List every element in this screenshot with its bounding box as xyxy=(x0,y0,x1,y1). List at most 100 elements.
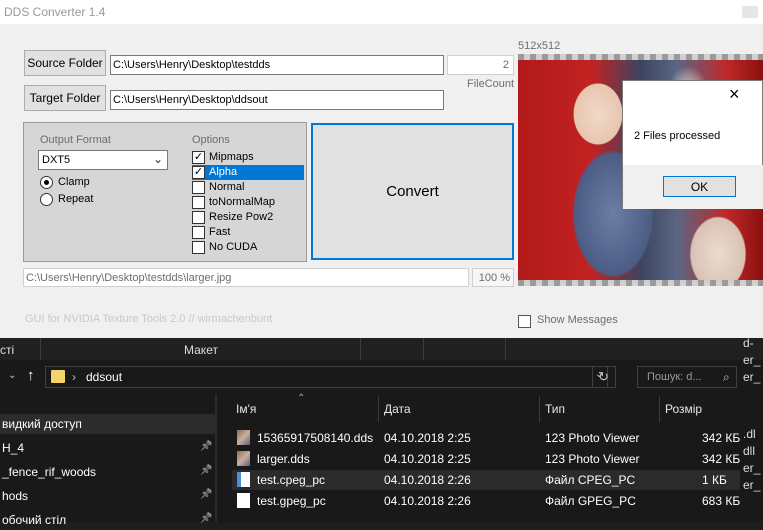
dds-converter-window: DDS Converter 1.4 Source Folder C:\Users… xyxy=(0,0,763,338)
progress-field: 100 % xyxy=(472,268,514,287)
option-checkbox[interactable] xyxy=(192,196,205,209)
file-count-label: FileCount xyxy=(467,78,515,90)
up-arrow-icon[interactable]: ↑ xyxy=(27,367,35,384)
file-size: 683 КБ xyxy=(702,494,741,508)
nav-scrollbar[interactable] xyxy=(215,394,217,522)
show-messages-checkbox[interactable] xyxy=(518,315,531,328)
column-header[interactable]: Дата xyxy=(384,402,411,418)
column-header[interactable]: Ім'я xyxy=(236,402,256,418)
image-file-icon xyxy=(237,430,250,445)
convert-button[interactable]: Convert xyxy=(311,123,514,260)
nav-item[interactable]: H_4 📌 xyxy=(0,438,215,458)
title-bar: DDS Converter 1.4 xyxy=(0,0,763,24)
option-checkbox[interactable]: ✓ xyxy=(192,151,205,164)
file-size: 1 КБ xyxy=(702,473,727,487)
option-no-cuda[interactable]: No CUDA xyxy=(192,240,304,255)
target-folder-button[interactable]: Target Folder xyxy=(24,85,106,111)
column-header[interactable]: Тип xyxy=(545,402,565,418)
address-bar[interactable]: › ddsout ⌄ xyxy=(45,366,608,388)
ribbon-layout-label: Макет xyxy=(184,343,218,357)
repeat-radio[interactable] xyxy=(40,193,53,206)
search-input[interactable]: Пошук: d... ⌕ xyxy=(637,366,737,388)
folder-icon xyxy=(51,370,65,383)
file-row[interactable]: test.cpeg_pc 04.10.2018 2:26 Файл CPEG_PC 1… xyxy=(232,470,740,490)
option-label: toNormalMap xyxy=(209,196,276,208)
option-label: Resize Pow2 xyxy=(209,211,274,223)
option-label: Alpha xyxy=(209,166,238,178)
file-name: larger.dds xyxy=(257,452,310,466)
pin-icon: 📌 xyxy=(200,513,213,524)
file-row[interactable]: larger.dds 04.10.2018 2:25 123 Photo Viewe… xyxy=(232,449,740,469)
truncated-text: er_ xyxy=(743,353,761,367)
ribbon-divider xyxy=(40,338,41,360)
option-label: Fast xyxy=(209,226,231,238)
chevron-down-icon[interactable]: ⌄ xyxy=(8,370,16,381)
source-path-field[interactable]: C:\Users\Henry\Desktop\testdds xyxy=(110,55,444,75)
option-checkbox[interactable] xyxy=(192,181,205,194)
truncated-text: .dl xyxy=(743,427,756,441)
column-divider[interactable] xyxy=(659,396,660,422)
ok-button[interactable]: OK xyxy=(663,176,736,197)
option-checkbox[interactable] xyxy=(192,226,205,239)
pin-icon: 📌 xyxy=(200,465,213,476)
file-type: Файл GPEG_PC xyxy=(545,494,636,508)
option-checkbox[interactable] xyxy=(192,211,205,224)
generic-file-icon xyxy=(237,472,250,487)
current-file-field: C:\Users\Henry\Desktop\testdds\larger.jp… xyxy=(23,268,469,287)
option-mipmaps[interactable]: ✓ Mipmaps xyxy=(192,150,304,165)
output-format-label: Output Format xyxy=(40,134,111,146)
nav-item[interactable]: hods 📌 xyxy=(0,486,215,506)
output-format-value: DXT5 xyxy=(42,154,71,166)
sort-up-icon: ⌃ xyxy=(297,393,306,404)
footer-credit: GUI for NVIDIA Texture Tools 2.0 // wirm… xyxy=(25,313,273,325)
clamp-label: Clamp xyxy=(58,176,90,188)
option-label: Normal xyxy=(209,181,245,193)
refresh-button[interactable]: ↻ xyxy=(592,366,616,388)
options-label: Options xyxy=(192,134,230,146)
option-checkbox[interactable]: ✓ xyxy=(192,166,205,179)
right-partial-column: d-er_ er_ .dl dll er_ er_ xyxy=(741,336,763,522)
ribbon-divider xyxy=(505,338,506,360)
option-fast[interactable]: Fast xyxy=(192,225,304,240)
file-date: 04.10.2018 2:25 xyxy=(384,452,471,466)
file-type: Файл CPEG_PC xyxy=(545,473,636,487)
preview-border-top xyxy=(518,54,763,60)
option-checkbox[interactable] xyxy=(192,241,205,254)
column-divider[interactable] xyxy=(378,396,379,422)
file-explorer-window: сті Макет ⌄ ↑ › ddsout ⌄ ↻ Пошук: d... ⌕… xyxy=(0,336,763,527)
option-resize-pow2[interactable]: Resize Pow2 xyxy=(192,210,304,225)
file-row[interactable]: test.gpeg_pc 04.10.2018 2:26 Файл GPEG_PC 6… xyxy=(232,491,740,511)
file-name: test.cpeg_pc xyxy=(257,473,326,487)
column-divider[interactable] xyxy=(539,396,540,422)
source-folder-button[interactable]: Source Folder xyxy=(24,50,106,76)
option-normal[interactable]: Normal xyxy=(192,180,304,195)
search-placeholder: Пошук: d... xyxy=(647,371,702,383)
file-row[interactable]: 15365917508140.dds 04.10.2018 2:25 123 Pho… xyxy=(232,428,740,448)
file-date: 04.10.2018 2:25 xyxy=(384,431,471,445)
close-icon[interactable]: × xyxy=(729,84,740,105)
pin-icon: 📌 xyxy=(200,489,213,500)
breadcrumb-folder[interactable]: ddsout xyxy=(86,370,122,384)
file-name: test.gpeg_pc xyxy=(257,494,326,508)
option-alpha[interactable]: ✓ Alpha xyxy=(192,165,304,180)
truncated-text: dll xyxy=(743,444,756,458)
image-file-icon xyxy=(237,451,250,466)
option-label: No CUDA xyxy=(209,241,258,253)
target-path-field[interactable]: C:\Users\Henry\Desktop\ddsout xyxy=(110,90,444,110)
window-control-icon[interactable] xyxy=(742,6,758,18)
preview-size-label: 512x512 xyxy=(518,40,561,52)
column-header[interactable]: Розмір xyxy=(665,402,702,418)
nav-item-label: обочий стіл xyxy=(2,513,67,527)
clamp-radio[interactable] xyxy=(40,176,53,189)
nav-item[interactable]: видкий доступ xyxy=(0,414,215,434)
dialog-message: 2 Files processed xyxy=(634,130,721,142)
option-tonormalmap[interactable]: toNormalMap xyxy=(192,195,304,210)
nav-item[interactable]: _fence_rif_woods 📌 xyxy=(0,462,215,482)
show-messages-label: Show Messages xyxy=(537,314,618,326)
search-icon: ⌕ xyxy=(723,370,730,384)
nav-item[interactable]: обочий стіл 📌 xyxy=(0,510,215,530)
output-format-select[interactable]: DXT5 ⌄ xyxy=(38,150,168,170)
file-type: 123 Photo Viewer xyxy=(545,452,640,466)
chevron-down-icon: ⌄ xyxy=(152,152,163,166)
file-type: 123 Photo Viewer xyxy=(545,431,640,445)
